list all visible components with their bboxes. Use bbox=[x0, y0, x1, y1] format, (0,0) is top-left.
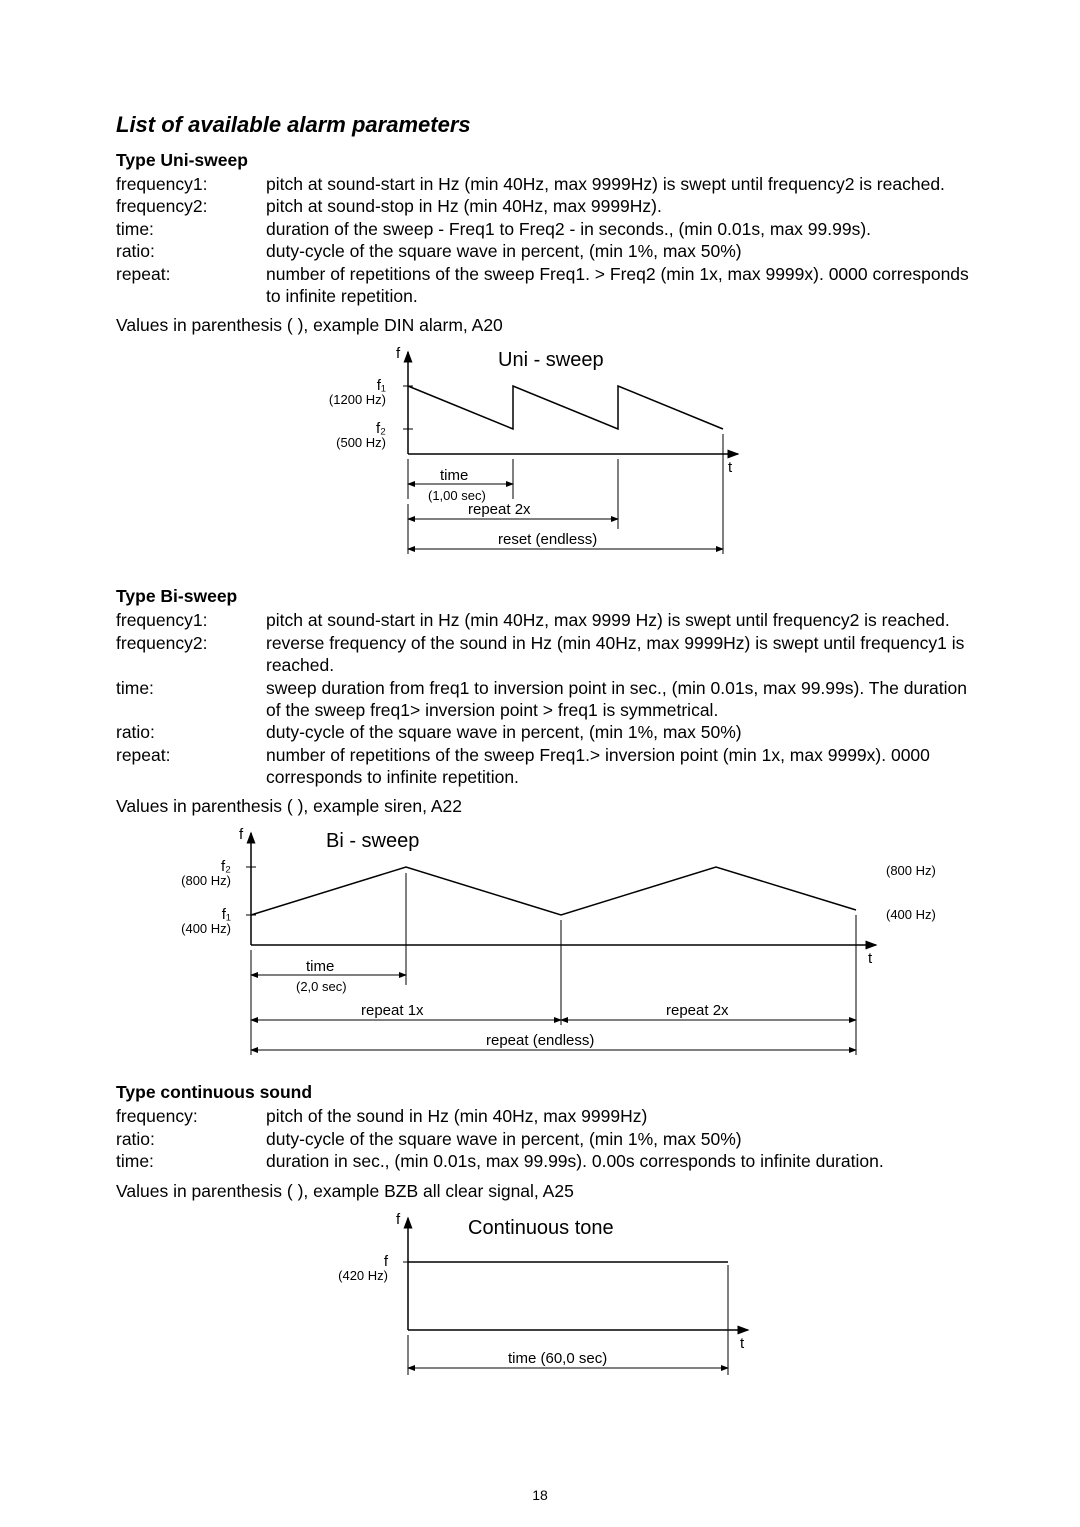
param-label: ratio: bbox=[116, 721, 266, 743]
right-bot: (400 Hz) bbox=[886, 907, 936, 922]
time-label: time bbox=[440, 467, 468, 484]
param-label: frequency1: bbox=[116, 609, 266, 631]
param-desc: sweep duration from freq1 to inversion p… bbox=[266, 677, 980, 722]
bi-sweep-figure: f t Bi - sweep f₂ (800 Hz) f₁ (400 Hz) (… bbox=[156, 825, 956, 1070]
x-axis-label: t bbox=[868, 950, 873, 967]
bi-example: Values in parenthesis ( ), example siren… bbox=[116, 796, 980, 817]
param-row: time:duration in sec., (min 0.01s, max 9… bbox=[116, 1150, 980, 1172]
continuous-figure: f t Continuous tone f (420 Hz) time (60,… bbox=[308, 1210, 788, 1390]
param-label: time: bbox=[116, 677, 266, 722]
bi-head: Type Bi-sweep bbox=[116, 586, 980, 607]
time-sub: (2,0 sec) bbox=[296, 979, 347, 994]
y-axis-label: f bbox=[239, 826, 244, 843]
repeat-label: repeat 2x bbox=[468, 501, 531, 518]
param-row: frequency2:pitch at sound-stop in Hz (mi… bbox=[116, 195, 980, 217]
param-label: frequency1: bbox=[116, 173, 266, 195]
f1-hz: (1200 Hz) bbox=[329, 392, 386, 407]
param-desc: duty-cycle of the square wave in percent… bbox=[266, 721, 980, 743]
param-label: frequency2: bbox=[116, 632, 266, 677]
param-row: frequency:pitch of the sound in Hz (min … bbox=[116, 1105, 980, 1127]
param-desc: pitch at sound-start in Hz (min 40Hz, ma… bbox=[266, 609, 980, 631]
param-desc: number of repetitions of the sweep Freq1… bbox=[266, 263, 980, 308]
param-desc: pitch at sound-start in Hz (min 40Hz, ma… bbox=[266, 173, 980, 195]
param-label: repeat: bbox=[116, 263, 266, 308]
uni-sweep-figure: f t Uni - sweep f₁ (1200 Hz) f₂ (500 Hz)… bbox=[308, 344, 788, 574]
f2-hz: (500 Hz) bbox=[336, 435, 386, 450]
fig-title: Uni - sweep bbox=[498, 349, 604, 371]
cont-example: Values in parenthesis ( ), example BZB a… bbox=[116, 1181, 980, 1202]
param-row: ratio:duty-cycle of the square wave in p… bbox=[116, 721, 980, 743]
param-desc: duration in sec., (min 0.01s, max 99.99s… bbox=[266, 1150, 980, 1172]
param-desc: pitch of the sound in Hz (min 40Hz, max … bbox=[266, 1105, 980, 1127]
x-axis-label: t bbox=[728, 459, 733, 476]
param-desc: number of repetitions of the sweep Freq1… bbox=[266, 744, 980, 789]
param-row: ratio:duty-cycle of the square wave in p… bbox=[116, 240, 980, 262]
cont-head: Type continuous sound bbox=[116, 1082, 980, 1103]
reset-label: reset (endless) bbox=[498, 531, 597, 548]
param-desc: duty-cycle of the square wave in percent… bbox=[266, 1128, 980, 1150]
fig-title: Continuous tone bbox=[468, 1217, 614, 1239]
page-title: List of available alarm parameters bbox=[116, 112, 980, 138]
page-number: 18 bbox=[0, 1487, 1080, 1503]
y-axis-label: f bbox=[396, 345, 401, 362]
param-label: ratio: bbox=[116, 240, 266, 262]
param-label: time: bbox=[116, 1150, 266, 1172]
param-label: frequency2: bbox=[116, 195, 266, 217]
param-row: ratio:duty-cycle of the square wave in p… bbox=[116, 1128, 980, 1150]
param-label: time: bbox=[116, 218, 266, 240]
repeat1-label: repeat 1x bbox=[361, 1002, 424, 1019]
param-row: repeat:number of repetitions of the swee… bbox=[116, 744, 980, 789]
param-row: time:sweep duration from freq1 to invers… bbox=[116, 677, 980, 722]
param-label: frequency: bbox=[116, 1105, 266, 1127]
fig-title: Bi - sweep bbox=[326, 830, 419, 852]
param-label: repeat: bbox=[116, 744, 266, 789]
f-hz: (420 Hz) bbox=[338, 1268, 388, 1283]
param-row: time:duration of the sweep - Freq1 to Fr… bbox=[116, 218, 980, 240]
f1-hz: (400 Hz) bbox=[181, 921, 231, 936]
f2-hz: (800 Hz) bbox=[181, 873, 231, 888]
right-top: (800 Hz) bbox=[886, 863, 936, 878]
repeat2-label: repeat 2x bbox=[666, 1002, 729, 1019]
param-row: frequency2: reverse frequency of the sou… bbox=[116, 632, 980, 677]
uni-head: Type Uni-sweep bbox=[116, 150, 980, 171]
param-desc: duty-cycle of the square wave in percent… bbox=[266, 240, 980, 262]
param-row: frequency1:pitch at sound-start in Hz (m… bbox=[116, 609, 980, 631]
time-label: time bbox=[306, 958, 334, 975]
param-desc: reverse frequency of the sound in Hz (mi… bbox=[266, 632, 980, 677]
param-row: repeat:number of repetitions of the swee… bbox=[116, 263, 980, 308]
param-row: frequency1:pitch at sound-start in Hz (m… bbox=[116, 173, 980, 195]
uni-example: Values in parenthesis ( ), example DIN a… bbox=[116, 315, 980, 336]
time-label: time (60,0 sec) bbox=[508, 1350, 607, 1367]
param-desc: pitch at sound-stop in Hz (min 40Hz, max… bbox=[266, 195, 980, 217]
repeat-endless-label: repeat (endless) bbox=[486, 1032, 594, 1049]
param-desc: duration of the sweep - Freq1 to Freq2 -… bbox=[266, 218, 980, 240]
param-label: ratio: bbox=[116, 1128, 266, 1150]
y-axis-label: f bbox=[396, 1211, 401, 1228]
x-axis-label: t bbox=[740, 1335, 745, 1352]
